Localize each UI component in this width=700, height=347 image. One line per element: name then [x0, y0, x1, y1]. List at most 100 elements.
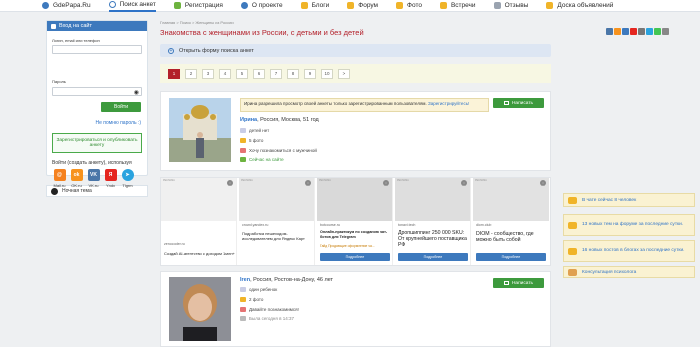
profile-photos-text: 5 фото [249, 138, 264, 143]
page-button[interactable]: 2 [185, 68, 197, 79]
ad-extra: Гайд Продающие оформление ча... [320, 244, 375, 248]
page-button[interactable]: 7 [270, 68, 282, 79]
page-button[interactable]: 5 [236, 68, 248, 79]
page-button[interactable]: 1 [168, 68, 180, 79]
social-yandex-label: Yndx [105, 183, 116, 188]
blog-posts-item[interactable]: 16 новых постов в блогах за последние су… [563, 240, 695, 262]
ad-source: zenocoder.ru [164, 242, 185, 246]
ad-tag: РЕКЛАМА [163, 179, 175, 182]
restricted-notice: Ирина разрешила просмотр своей анкеты то… [240, 98, 489, 112]
social-mailru[interactable]: @ Mail.ru [51, 169, 68, 188]
social-telegram[interactable]: ➤ Tlgrm [119, 169, 136, 188]
logo-icon [42, 2, 49, 9]
forum-topics-item[interactable]: 13 новых тем на форуме за последние сутк… [563, 214, 695, 236]
share-telegram-icon[interactable] [646, 28, 653, 35]
password-input[interactable] [52, 87, 142, 96]
nav-registration-label: Регистрация [184, 2, 223, 9]
camera-icon [240, 138, 246, 143]
share-whatsapp-icon[interactable] [654, 28, 661, 35]
share-vk-icon[interactable] [606, 28, 613, 35]
login-button[interactable]: Войти [101, 102, 141, 112]
heart-icon [240, 148, 246, 153]
share-yandex-icon[interactable] [630, 28, 637, 35]
psychologist-item[interactable]: Консультация психолога [563, 266, 695, 278]
ad-card[interactable]: РЕКЛАМА ⋮ diom.club DIOM - сообщество, г… [473, 178, 549, 265]
nav-reviews-label: Отзывы [504, 2, 529, 9]
profile-wish-text: Хочу познакомиться с мужчиной [249, 148, 317, 153]
ad-menu-icon[interactable]: ⋮ [227, 180, 233, 186]
ad-more-button[interactable]: Подробнее [476, 253, 546, 261]
forgot-password-link[interactable]: Не помню пароль :) [95, 120, 141, 126]
breadcrumb[interactable]: Главная > Поиск > Женщины из России [160, 20, 234, 25]
ad-image [473, 178, 549, 221]
nav-board[interactable]: Доска объявлений [546, 0, 613, 12]
ad-menu-icon[interactable]: ⋮ [540, 180, 546, 186]
nav-blogs[interactable]: Блоги [300, 0, 329, 12]
profile-children-text: один ребенок [249, 287, 278, 292]
mail-icon [503, 281, 509, 285]
nav-about[interactable]: О проекте [240, 0, 283, 12]
ad-title: DIOM - сообщество, где можно быть собой [476, 231, 534, 243]
ad-more-button[interactable]: Подробнее [398, 253, 468, 261]
ad-image [317, 178, 392, 221]
write-message-button[interactable]: Написать [493, 98, 544, 108]
ad-card[interactable]: РЕКЛАМА ⋮ zenocoder.ru Создай AI-агентст… [161, 178, 237, 265]
share-mailru-icon[interactable] [622, 28, 629, 35]
search-form-toggle[interactable]: + Открыть форму поиска анкет [160, 44, 551, 57]
profile-name[interactable]: Iren [240, 277, 250, 283]
ad-tag: РЕКЛАМА [397, 179, 409, 182]
social-yandex[interactable]: Я Yndx [102, 169, 119, 188]
nav-logo-label: GdePapa.Ru [53, 2, 91, 9]
nav-photo[interactable]: Фото [396, 0, 422, 12]
nav-forum[interactable]: Форум [347, 0, 378, 12]
ad-card[interactable]: РЕКЛАМА ⋮ botcourse.ru Онлайн-практикум … [317, 178, 393, 265]
ad-menu-icon[interactable]: ⋮ [383, 180, 389, 186]
board-icon [546, 2, 554, 9]
ad-title: Дропшиппинг 250 000 SKU: От крупнейшего … [398, 230, 467, 248]
register-button[interactable]: Зарегистрироваться и опубликовать анкету [52, 133, 142, 153]
ad-card[interactable]: РЕКЛАМА ⋮ crowd.yandex.ru Подработка пеш… [239, 178, 315, 265]
share-copy-icon[interactable] [662, 28, 669, 35]
profile-photo[interactable] [169, 277, 231, 341]
ad-card[interactable]: РЕКЛАМА ⋮ tonavi.tech Дропшиппинг 250 00… [395, 178, 471, 265]
ad-more-button[interactable]: Подробнее [320, 253, 390, 261]
register-link[interactable]: Зарегистрируйтесь! [428, 101, 469, 106]
write-message-button[interactable]: Написать [493, 278, 544, 288]
page-button[interactable]: 8 [287, 68, 299, 79]
ad-tag: РЕКЛАМА [241, 179, 253, 182]
nav-search[interactable]: Поиск анкет [108, 0, 156, 12]
social-vk[interactable]: VK VK.ru [85, 169, 102, 188]
share-ok-icon[interactable] [614, 28, 621, 35]
chat-online-item[interactable]: В чате сейчас 8 человек [563, 193, 695, 207]
clock-icon [240, 316, 246, 321]
ad-menu-icon[interactable]: ⋮ [461, 180, 467, 186]
profile-photos: 2 фото [240, 297, 263, 302]
profile-name-line: Ирина, Россия, Москва, 51 год [240, 117, 319, 123]
page-button[interactable]: 10 [321, 68, 333, 79]
page-button[interactable]: 9 [304, 68, 316, 79]
social-telegram-label: Tlgrm [122, 183, 133, 188]
login-input[interactable] [52, 45, 142, 54]
nav-meetings[interactable]: Встречи [439, 0, 476, 12]
profile-photo[interactable] [169, 98, 231, 162]
nav-logo[interactable]: GdePapa.Ru [42, 0, 91, 12]
page-button[interactable]: 3 [202, 68, 214, 79]
nav-reviews[interactable]: Отзывы [493, 0, 529, 12]
profile-name[interactable]: Ирина [240, 117, 257, 123]
top-navigation: GdePapa.Ru Поиск анкет Регистрация О про… [0, 0, 700, 12]
next-page-button[interactable]: > [338, 68, 350, 79]
eye-icon[interactable]: ◉ [134, 89, 139, 96]
nav-photo-label: Фото [407, 2, 422, 9]
page-button[interactable]: 4 [219, 68, 231, 79]
ad-menu-icon[interactable]: ⋮ [305, 180, 311, 186]
camera-icon [240, 297, 246, 302]
nav-registration[interactable]: Регистрация [173, 0, 223, 12]
profile-name-line: Iren, Россия, Ростов-на-Дону, 46 лет [240, 277, 333, 283]
telegram-icon: ➤ [121, 169, 134, 181]
psychologist-icon [568, 268, 577, 276]
page-button[interactable]: 6 [253, 68, 265, 79]
profile-photo-image [169, 277, 231, 341]
ad-tag: РЕКЛАМА [319, 179, 331, 182]
social-ok[interactable]: ok OK.ru [68, 169, 85, 188]
share-lj-icon[interactable] [638, 28, 645, 35]
